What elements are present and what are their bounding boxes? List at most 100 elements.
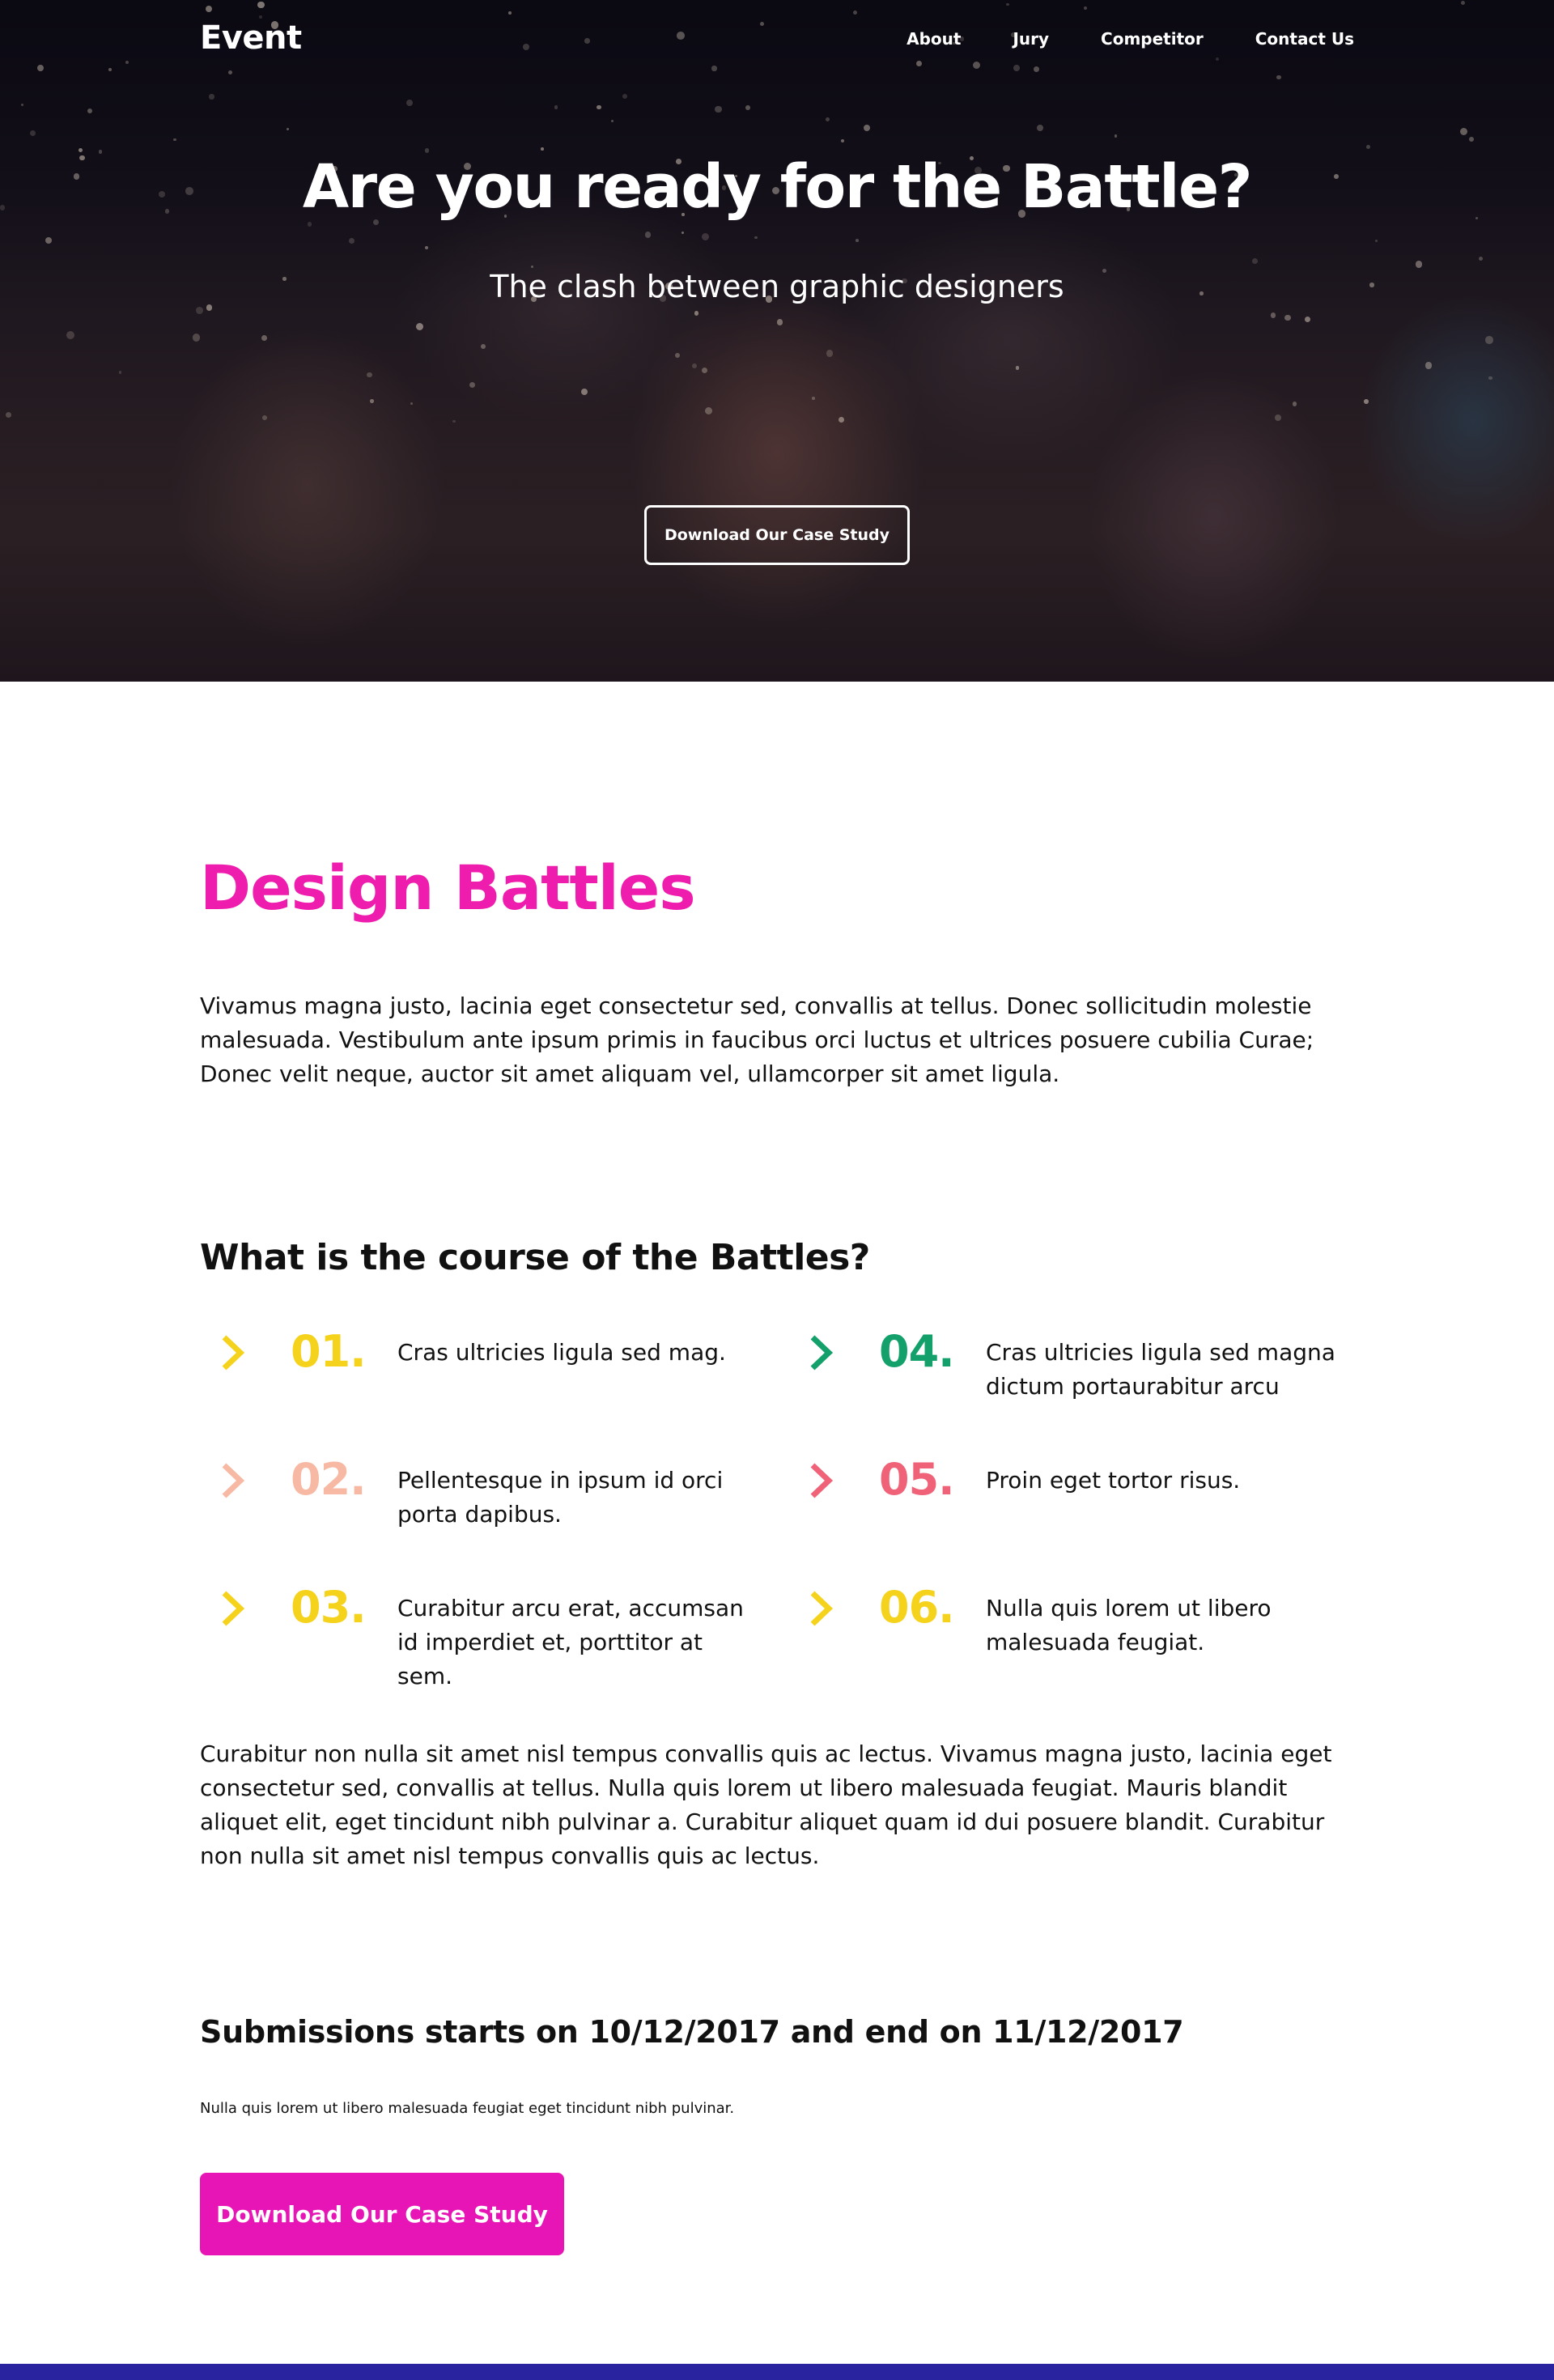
nav-links: About Jury Competitor Contact Us bbox=[855, 29, 1354, 49]
bokeh-light bbox=[195, 306, 203, 314]
bokeh-light bbox=[1274, 414, 1281, 422]
step-text: Curabitur arcu erat, accumsan id imperdi… bbox=[397, 1595, 744, 1689]
hero-section: Event About Jury Competitor Contact Us A… bbox=[0, 0, 1554, 682]
bokeh-light bbox=[410, 402, 413, 406]
nav-link-about[interactable]: About bbox=[906, 29, 961, 49]
nav-link-jury[interactable]: Jury bbox=[1013, 29, 1049, 49]
bokeh-light bbox=[681, 231, 684, 234]
bokeh-light bbox=[1304, 316, 1310, 322]
bokeh-light bbox=[87, 108, 93, 113]
bokeh-light bbox=[405, 100, 413, 107]
step-item: 06. Nulla quis lorem ut libero malesuada… bbox=[788, 1582, 1371, 1677]
bokeh-light bbox=[701, 367, 707, 373]
bokeh-light bbox=[825, 117, 830, 122]
bokeh-light bbox=[1115, 134, 1118, 138]
step-item: 02. Pellentesque in ipsum id orci porta … bbox=[200, 1454, 783, 1549]
brand-logo[interactable]: Event bbox=[200, 19, 302, 57]
step-number: 03. bbox=[291, 1582, 367, 1633]
bokeh-light bbox=[1459, 127, 1467, 136]
bokeh-light bbox=[597, 104, 601, 109]
bokeh-light bbox=[701, 232, 710, 241]
main-content: Design Battles Vivamus magna justo, laci… bbox=[0, 682, 1554, 2380]
bokeh-light bbox=[1415, 261, 1423, 268]
bokeh-light bbox=[541, 147, 544, 151]
step-item: 05. Proin eget tortor risus. bbox=[788, 1454, 1371, 1549]
chevron-right-icon bbox=[810, 1463, 834, 1498]
chevron-right-icon bbox=[222, 1335, 245, 1371]
bokeh-light bbox=[308, 222, 312, 227]
bokeh-light bbox=[1252, 258, 1259, 265]
bokeh-light bbox=[691, 363, 697, 369]
bokeh-light bbox=[580, 388, 588, 395]
step-text: Proin eget tortor risus. bbox=[986, 1467, 1241, 1494]
bokeh-light bbox=[287, 128, 290, 131]
bokeh-light bbox=[1425, 362, 1433, 369]
step-number: 04. bbox=[879, 1326, 955, 1377]
bokeh-light bbox=[425, 246, 428, 250]
bokeh-light bbox=[776, 319, 783, 325]
download-case-study-button[interactable]: Download Our Case Study bbox=[200, 2173, 564, 2255]
bokeh-light bbox=[469, 381, 476, 389]
bokeh-light bbox=[367, 372, 372, 378]
bokeh-light bbox=[715, 105, 722, 113]
step-number: 06. bbox=[879, 1582, 955, 1633]
step-text: Pellentesque in ipsum id orci porta dapi… bbox=[397, 1467, 724, 1528]
step-item: 01. Cras ultricies ligula sed mag. bbox=[200, 1326, 783, 1422]
bokeh-light bbox=[1270, 312, 1276, 319]
bokeh-light bbox=[1485, 336, 1493, 344]
bokeh-light bbox=[261, 334, 268, 341]
details-paragraph: Curabitur non nulla sit amet nisl tempus… bbox=[200, 1740, 1332, 1869]
bokeh-light bbox=[1468, 136, 1474, 142]
bokeh-light bbox=[754, 236, 758, 240]
step-text: Cras ultricies ligula sed mag. bbox=[397, 1339, 726, 1366]
bokeh-light bbox=[611, 119, 614, 122]
bokeh-light bbox=[1036, 124, 1044, 132]
bokeh-light bbox=[20, 103, 24, 107]
step-text: Cras ultricies ligula sed magna dictum p… bbox=[986, 1339, 1335, 1400]
course-title: What is the course of the Battles? bbox=[200, 1237, 870, 1278]
bokeh-light bbox=[704, 406, 713, 415]
bokeh-light bbox=[369, 399, 374, 403]
step-item: 03. Curabitur arcu erat, accumsan id imp… bbox=[200, 1582, 783, 1689]
bokeh-light bbox=[1284, 314, 1291, 321]
nav-link-competitor[interactable]: Competitor bbox=[1101, 29, 1204, 49]
hero-title: Are you ready for the Battle? bbox=[302, 152, 1253, 222]
submissions-title: Submissions starts on 10/12/2017 and end… bbox=[200, 2014, 1184, 2050]
nav-link-contact-us[interactable]: Contact Us bbox=[1255, 29, 1354, 49]
step-item: 04. Cras ultricies ligula sed magna dict… bbox=[788, 1326, 1371, 1422]
chevron-right-icon bbox=[810, 1591, 834, 1626]
bokeh-light bbox=[856, 238, 860, 242]
step-number: 02. bbox=[291, 1454, 367, 1505]
bokeh-light bbox=[644, 232, 652, 238]
bokeh-light bbox=[694, 311, 699, 316]
bokeh-light bbox=[812, 397, 815, 401]
bokeh-light bbox=[1015, 366, 1020, 370]
bokeh-light bbox=[415, 322, 423, 330]
bokeh-light bbox=[206, 304, 212, 311]
bokeh-light bbox=[348, 238, 355, 244]
bokeh-light bbox=[1488, 376, 1493, 380]
bokeh-light bbox=[826, 349, 834, 357]
bokeh-light bbox=[480, 343, 486, 350]
hero-background-image bbox=[0, 0, 1554, 682]
step-text: Nulla quis lorem ut libero malesuada feu… bbox=[986, 1595, 1272, 1655]
hero-download-button[interactable]: Download Our Case Study bbox=[644, 505, 910, 565]
bokeh-light bbox=[192, 334, 200, 342]
bokeh-light bbox=[1365, 145, 1370, 149]
bokeh-light bbox=[29, 130, 36, 137]
bokeh-light bbox=[1479, 256, 1484, 261]
bokeh-light bbox=[45, 237, 52, 244]
step-number: 05. bbox=[879, 1454, 955, 1505]
footer-bar bbox=[0, 2364, 1554, 2380]
hero-subtitle: The clash between graphic designers bbox=[490, 269, 1064, 304]
chevron-right-icon bbox=[810, 1335, 834, 1371]
bokeh-light bbox=[1374, 239, 1378, 243]
bokeh-light bbox=[622, 94, 628, 99]
bokeh-light bbox=[452, 420, 456, 423]
bokeh-light bbox=[1364, 398, 1369, 404]
bokeh-light bbox=[554, 105, 558, 109]
bokeh-light bbox=[6, 411, 12, 419]
bokeh-light bbox=[261, 414, 267, 420]
bokeh-light bbox=[863, 124, 871, 132]
submissions-note: Nulla quis lorem ut libero malesuada feu… bbox=[200, 2100, 735, 2117]
